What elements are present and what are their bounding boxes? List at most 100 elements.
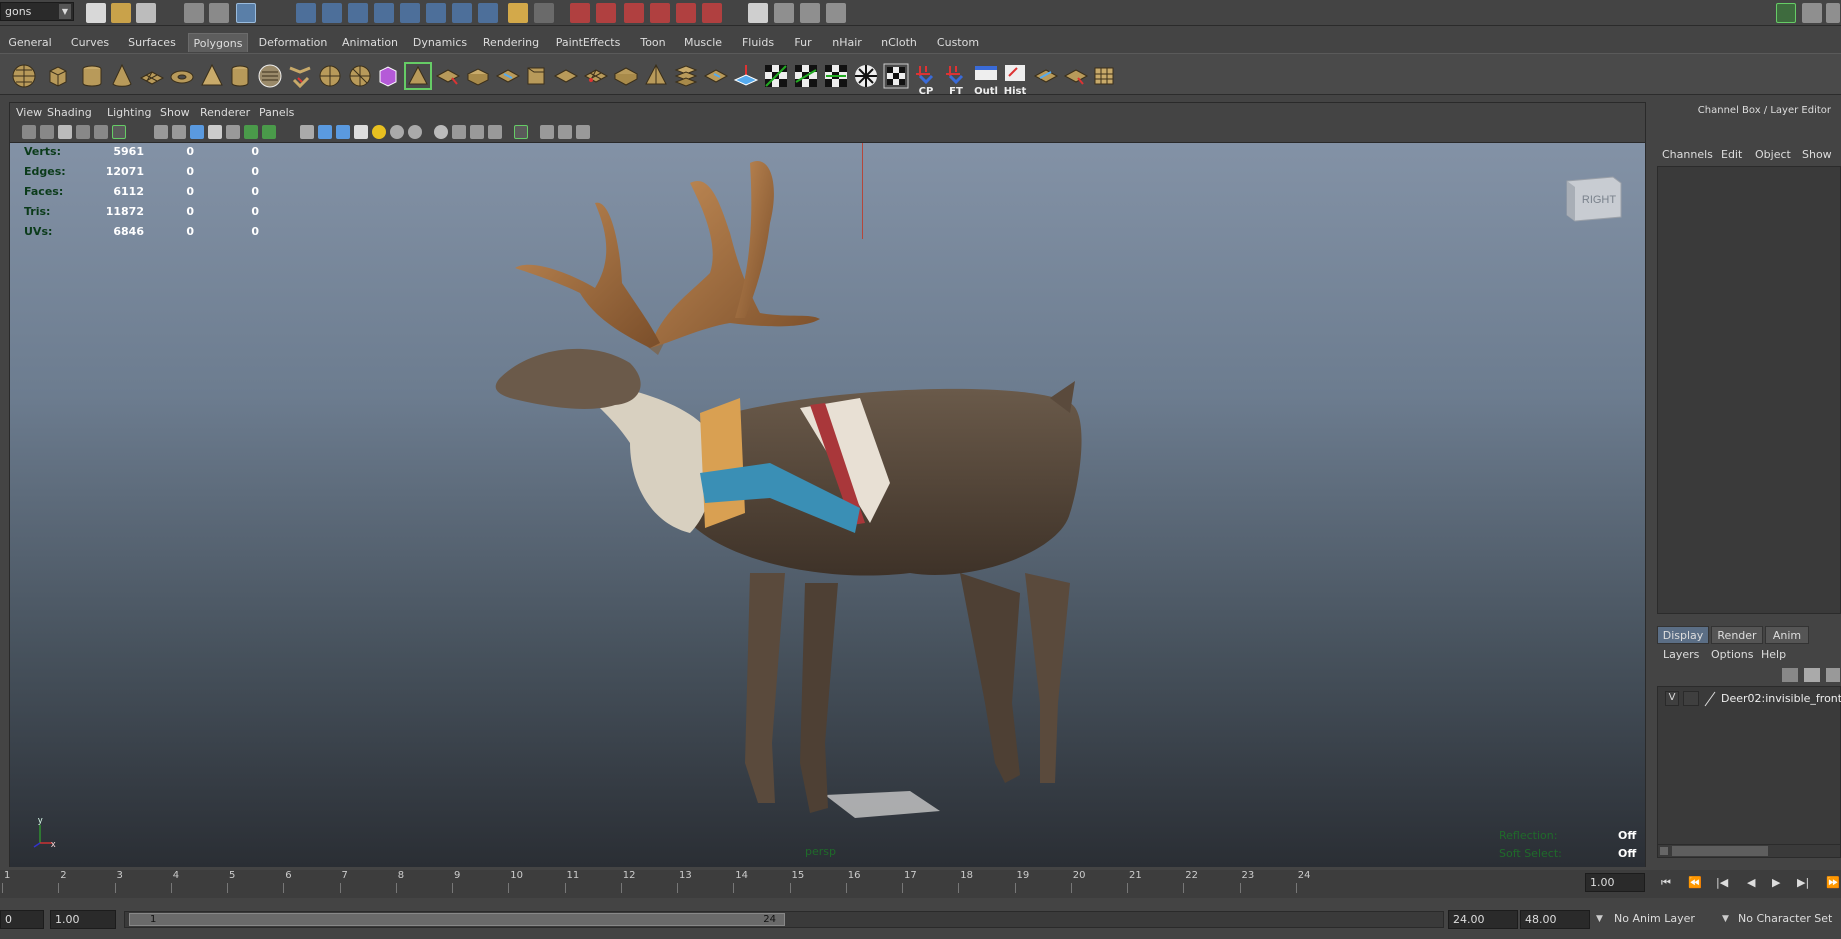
backface-culling-icon[interactable] bbox=[488, 125, 502, 139]
snap-plane-icon[interactable] bbox=[374, 3, 394, 23]
layer-type-toggle[interactable] bbox=[1683, 691, 1699, 706]
tab-surfaces[interactable]: Surfaces bbox=[124, 33, 180, 52]
default-lighting-icon[interactable] bbox=[372, 125, 386, 139]
channels-menu[interactable]: Channels bbox=[1662, 148, 1713, 161]
step-forward-frame-icon[interactable]: ▶| bbox=[1797, 876, 1809, 889]
renderer-menu[interactable]: Renderer bbox=[200, 106, 250, 119]
tab-dynamics[interactable]: Dynamics bbox=[410, 33, 470, 52]
render-frame-icon[interactable] bbox=[570, 3, 590, 23]
append-polygon-icon[interactable] bbox=[702, 62, 730, 90]
poly-platonic-icon[interactable] bbox=[316, 62, 344, 90]
ipr-render-icon[interactable] bbox=[596, 3, 616, 23]
poly-prism-icon[interactable] bbox=[198, 62, 226, 90]
animation-end-field[interactable]: 24.00 bbox=[1448, 910, 1518, 929]
tab-ncloth[interactable]: nCloth bbox=[876, 33, 922, 52]
chevron-down-icon[interactable]: ▼ bbox=[59, 4, 71, 19]
layer-arrow-icon[interactable] bbox=[1826, 668, 1840, 682]
poly-cylinder-icon[interactable] bbox=[78, 62, 106, 90]
tool-settings-icon[interactable] bbox=[774, 3, 794, 23]
3d-viewport[interactable]: Verts: 5961 0 0 Edges: 12071 0 0 Faces: … bbox=[10, 143, 1645, 867]
field-chart-icon[interactable] bbox=[226, 125, 240, 139]
poly-sphere-icon[interactable] bbox=[10, 62, 38, 90]
range-slider-handle[interactable]: 1 24 bbox=[129, 913, 785, 926]
chevron-down-icon[interactable]: ▼ bbox=[1722, 914, 1729, 924]
quadrangulate-icon[interactable] bbox=[612, 62, 640, 90]
poly-torus-icon[interactable] bbox=[168, 62, 196, 90]
frame-all-icon[interactable] bbox=[540, 125, 554, 139]
safe-title-icon[interactable] bbox=[262, 125, 276, 139]
image-plane-icon[interactable] bbox=[76, 125, 90, 139]
show-menu[interactable]: Show bbox=[160, 106, 190, 119]
object-menu[interactable]: Object bbox=[1755, 148, 1791, 161]
split-polygon-icon[interactable] bbox=[762, 62, 790, 90]
modeling-toolkit-icon[interactable] bbox=[1776, 3, 1796, 23]
cut-faces-icon[interactable] bbox=[732, 62, 760, 90]
tab-fluids[interactable]: Fluids bbox=[736, 33, 780, 52]
tab-display[interactable]: Display bbox=[1657, 626, 1709, 644]
select-object-icon[interactable] bbox=[209, 3, 229, 23]
uv-editor-icon[interactable] bbox=[1032, 62, 1060, 90]
poly-pipe-icon[interactable] bbox=[226, 62, 254, 90]
layer-name[interactable]: Deer02:invisible_front_ bbox=[1721, 692, 1841, 705]
tab-render[interactable]: Render bbox=[1711, 626, 1763, 644]
planar-mapping-icon[interactable] bbox=[1062, 62, 1090, 90]
render-settings-icon[interactable] bbox=[624, 3, 644, 23]
play-forwards-icon[interactable]: ▶ bbox=[1772, 876, 1780, 889]
smooth-icon[interactable] bbox=[464, 62, 492, 90]
tab-general[interactable]: General bbox=[2, 33, 58, 52]
view-menu[interactable]: View bbox=[16, 106, 42, 119]
new-layer-icon[interactable] bbox=[1782, 668, 1798, 682]
chevron-down-icon[interactable]: ▼ bbox=[1596, 914, 1603, 924]
menu-set-selector[interactable]: gons ▼ bbox=[0, 2, 74, 21]
insert-edge-loop-icon[interactable] bbox=[792, 62, 820, 90]
lighting-menu[interactable]: Lighting bbox=[107, 106, 151, 119]
step-back-key-icon[interactable]: ⏪ bbox=[1688, 876, 1702, 889]
safe-action-icon[interactable] bbox=[244, 125, 258, 139]
time-slider[interactable]: 1 2 3 4 5 6 7 8 9 10 11 12 13 14 15 16 17 18 19 20 21 22 23 24 … bbox=[0, 870, 1841, 898]
tab-polygons[interactable]: Polygons bbox=[188, 33, 248, 52]
panels-menu[interactable]: Panels bbox=[259, 106, 294, 119]
channel-box-area[interactable] bbox=[1657, 166, 1841, 614]
tab-nhair[interactable]: nHair bbox=[827, 33, 867, 52]
scrollbar-thumb[interactable] bbox=[1672, 846, 1768, 856]
bookmarks-icon[interactable] bbox=[58, 125, 72, 139]
poly-helix-icon[interactable] bbox=[256, 62, 284, 90]
animation-start-field[interactable]: 1.00 bbox=[50, 910, 116, 929]
grease-pencil-icon[interactable] bbox=[112, 125, 126, 139]
make-live-icon[interactable] bbox=[400, 3, 420, 23]
snap-curve-icon[interactable] bbox=[322, 3, 342, 23]
xray-joints-icon[interactable] bbox=[452, 125, 466, 139]
triangulate-icon[interactable] bbox=[582, 62, 610, 90]
layer-row[interactable]: V Deer02:invisible_front_ bbox=[1661, 690, 1841, 708]
view-cube[interactable]: RIGHT bbox=[1563, 173, 1625, 225]
current-frame-field[interactable]: 1.00 bbox=[1585, 873, 1645, 892]
layer-editor-toggle-icon[interactable] bbox=[826, 3, 846, 23]
open-scene-icon[interactable] bbox=[111, 3, 131, 23]
film-gate-icon[interactable] bbox=[172, 125, 186, 139]
add-divisions-icon[interactable] bbox=[852, 62, 880, 90]
layers-menu[interactable]: Layers bbox=[1663, 648, 1699, 661]
more-icon[interactable] bbox=[1826, 3, 1840, 23]
isolate-select-icon[interactable] bbox=[514, 125, 528, 139]
start-time-field[interactable]: 0 bbox=[0, 910, 44, 929]
mirror-geometry-icon[interactable] bbox=[522, 62, 550, 90]
help-menu[interactable]: Help bbox=[1761, 648, 1786, 661]
extrude-icon[interactable] bbox=[642, 62, 670, 90]
lock-icon[interactable] bbox=[508, 3, 528, 23]
all-lights-icon[interactable] bbox=[390, 125, 404, 139]
new-scene-icon[interactable] bbox=[86, 3, 106, 23]
save-scene-icon[interactable] bbox=[136, 3, 156, 23]
camera-attributes-icon[interactable] bbox=[40, 125, 54, 139]
attribute-editor-icon[interactable] bbox=[748, 3, 768, 23]
input-ops-icon[interactable] bbox=[452, 3, 472, 23]
slide-edge-icon[interactable] bbox=[882, 62, 910, 90]
tab-painteffects[interactable]: PaintEffects bbox=[551, 33, 625, 52]
offset-edge-loop-icon[interactable] bbox=[822, 62, 850, 90]
step-forward-key-icon[interactable]: ⏩ bbox=[1826, 876, 1840, 889]
xray-icon[interactable] bbox=[434, 125, 448, 139]
combine-icon[interactable] bbox=[346, 62, 374, 90]
poly-plane-icon[interactable] bbox=[138, 62, 166, 90]
step-back-frame-icon[interactable]: |◀ bbox=[1716, 876, 1728, 889]
fill-hole-icon[interactable] bbox=[552, 62, 580, 90]
hud-toggle-icon[interactable] bbox=[576, 125, 590, 139]
